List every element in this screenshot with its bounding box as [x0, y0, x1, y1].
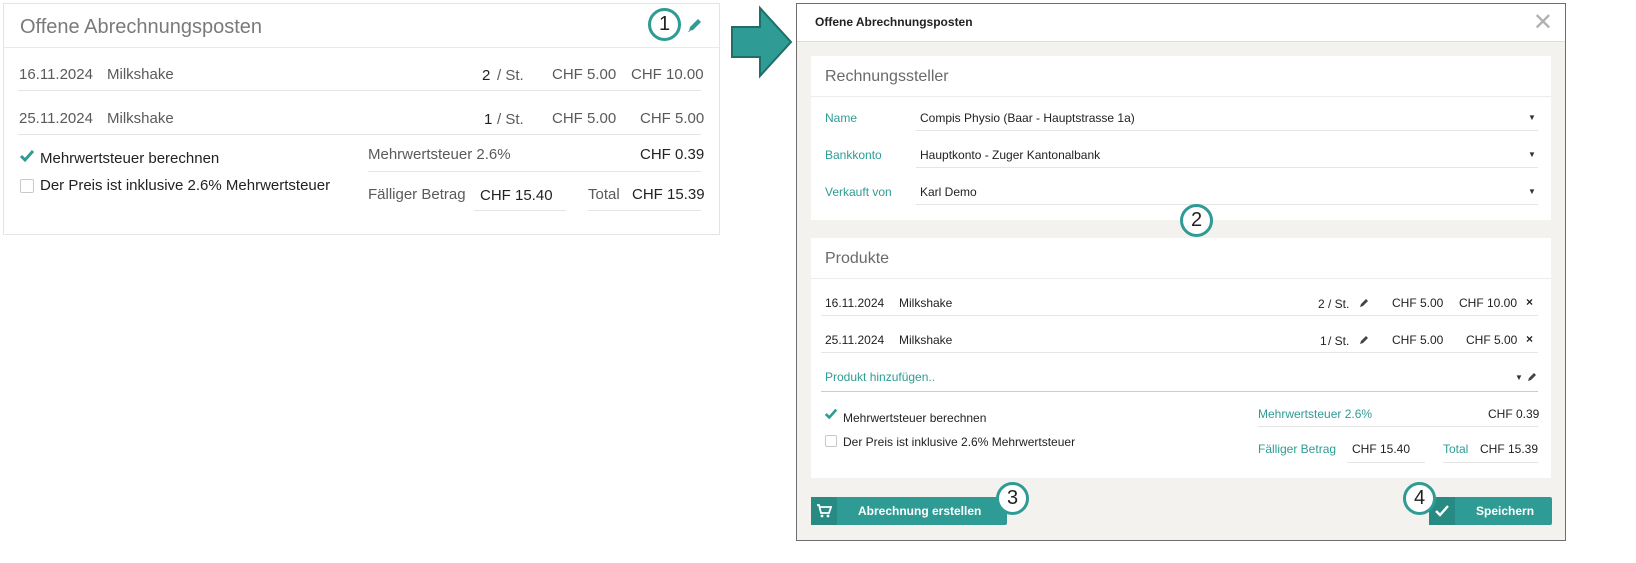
vat-checkbox[interactable]	[19, 150, 35, 165]
check-icon	[824, 408, 838, 420]
item-date: 16.11.2024	[19, 66, 93, 83]
due-value[interactable]: CHF 15.40	[1352, 442, 1410, 456]
total-value: CHF 15.39	[632, 186, 705, 203]
field-label-name: Name	[825, 111, 858, 125]
due-value[interactable]: CHF 15.40	[480, 187, 553, 204]
divider	[811, 96, 1551, 97]
vat-value: CHF 0.39	[640, 146, 705, 163]
close-icon[interactable]: ✕	[1533, 8, 1553, 37]
vat-checkbox[interactable]	[824, 408, 839, 424]
incl-checkbox[interactable]	[825, 435, 837, 447]
create-invoice-label: Abrechnung erstellen	[858, 504, 982, 518]
item-name: Milkshake	[107, 110, 174, 127]
products-section: Produkte 16.11.2024 Milkshake 2 / St. CH…	[811, 238, 1551, 478]
vat-checkbox-label: Mehrwertsteuer berechnen	[40, 150, 220, 167]
seller-select[interactable]: Karl Demo	[920, 185, 977, 199]
due-label: Fälliger Betrag	[368, 186, 466, 203]
vat-label: Mehrwertsteuer 2.6%	[368, 146, 511, 163]
remove-icon[interactable]: ×	[1526, 332, 1533, 346]
callout-1: 1	[648, 8, 681, 41]
card-title: Offene Abrechnungsposten	[20, 16, 263, 38]
caret-down-icon[interactable]: ▼	[1515, 373, 1523, 382]
divider	[811, 278, 1551, 279]
due-underline	[1347, 462, 1425, 463]
modal-header: Offene Abrechnungsposten ✕	[797, 4, 1565, 42]
divider	[368, 171, 701, 172]
caret-down-icon[interactable]: ▼	[1528, 150, 1536, 159]
arrow-right-icon	[731, 5, 793, 79]
item-date: 25.11.2024	[825, 333, 885, 347]
item-date: 16.11.2024	[825, 296, 885, 310]
section-title: Rechnungssteller	[825, 68, 949, 85]
name-select[interactable]: Compis Physio (Baar - Hauptstrasse 1a)	[920, 111, 1135, 125]
caret-down-icon[interactable]: ▼	[1528, 187, 1536, 196]
item-price: CHF 5.00	[552, 110, 617, 127]
check-icon	[19, 150, 35, 163]
field-underline	[916, 167, 1538, 168]
item-unit: / St.	[497, 111, 524, 128]
divider	[821, 391, 1538, 392]
total-label: Total	[588, 186, 620, 203]
item-total: CHF 10.00	[631, 66, 704, 83]
billing-modal: Offene Abrechnungsposten ✕ Rechnungsstel…	[796, 3, 1566, 541]
add-product-select[interactable]: Produkt hinzufügen..	[825, 370, 935, 384]
item-unit: / St.	[1328, 334, 1350, 348]
divider	[1443, 462, 1538, 463]
item-total: CHF 5.00	[1466, 333, 1518, 347]
item-unit: / St.	[1328, 297, 1350, 311]
create-invoice-button[interactable]: Abrechnung erstellen	[811, 497, 1007, 525]
item-qty: 1	[484, 111, 493, 128]
card-header: Offene Abrechnungsposten	[4, 4, 719, 48]
item-price: CHF 5.00	[1392, 333, 1444, 347]
callout-2: 2	[1180, 204, 1213, 237]
bank-select[interactable]: Hauptkonto - Zuger Kantonalbank	[920, 148, 1100, 162]
total-label: Total	[1443, 442, 1469, 456]
due-underline	[474, 210, 566, 211]
item-date: 25.11.2024	[19, 110, 93, 127]
callout-3: 3	[996, 482, 1029, 515]
save-button[interactable]: Speichern	[1429, 497, 1552, 525]
item-price: CHF 5.00	[1392, 296, 1444, 310]
callout-4: 4	[1403, 482, 1436, 515]
divider	[1258, 426, 1538, 427]
due-label: Fälliger Betrag	[1258, 442, 1337, 456]
modal-title: Offene Abrechnungsposten	[815, 15, 973, 29]
divider	[18, 134, 701, 135]
cart-icon	[811, 497, 837, 525]
item-qty: 2	[482, 67, 491, 84]
field-label-bank: Bankkonto	[825, 148, 882, 162]
divider	[18, 90, 701, 91]
save-label: Speichern	[1476, 504, 1535, 518]
item-price: CHF 5.00	[552, 66, 617, 83]
pencil-icon[interactable]	[1359, 298, 1369, 308]
item-name: Milkshake	[107, 66, 174, 83]
incl-checkbox[interactable]	[20, 179, 34, 193]
caret-down-icon[interactable]: ▼	[1528, 113, 1536, 122]
section-title: Produkte	[825, 250, 890, 267]
remove-icon[interactable]: ×	[1526, 295, 1533, 309]
vat-value: CHF 0.39	[1488, 407, 1540, 421]
divider	[588, 210, 701, 211]
item-name: Milkshake	[899, 296, 953, 310]
item-total: CHF 10.00	[1459, 296, 1518, 310]
invoicer-section: Rechnungssteller Name Compis Physio (Baa…	[811, 56, 1551, 220]
item-name: Milkshake	[899, 333, 953, 347]
vat-checkbox-label: Mehrwertsteuer berechnen	[843, 411, 987, 425]
item-qty: 1	[1320, 334, 1327, 348]
item-total: CHF 5.00	[640, 110, 705, 127]
pencil-icon[interactable]	[1527, 372, 1537, 382]
pencil-icon[interactable]	[1359, 335, 1369, 345]
field-underline	[916, 204, 1538, 205]
field-label-seller: Verkauft von	[825, 185, 892, 199]
item-qty: 2	[1318, 297, 1325, 311]
incl-checkbox-label: Der Preis ist inklusive 2.6% Mehrwertste…	[843, 435, 1076, 449]
divider	[821, 315, 1538, 316]
item-unit: / St.	[497, 67, 524, 84]
vat-label: Mehrwertsteuer 2.6%	[1258, 407, 1373, 421]
divider	[821, 352, 1538, 353]
pencil-icon[interactable]	[686, 16, 704, 34]
field-underline	[916, 130, 1538, 131]
incl-checkbox-label: Der Preis ist inklusive 2.6% Mehrwertste…	[40, 177, 331, 194]
total-value: CHF 15.39	[1480, 442, 1539, 456]
